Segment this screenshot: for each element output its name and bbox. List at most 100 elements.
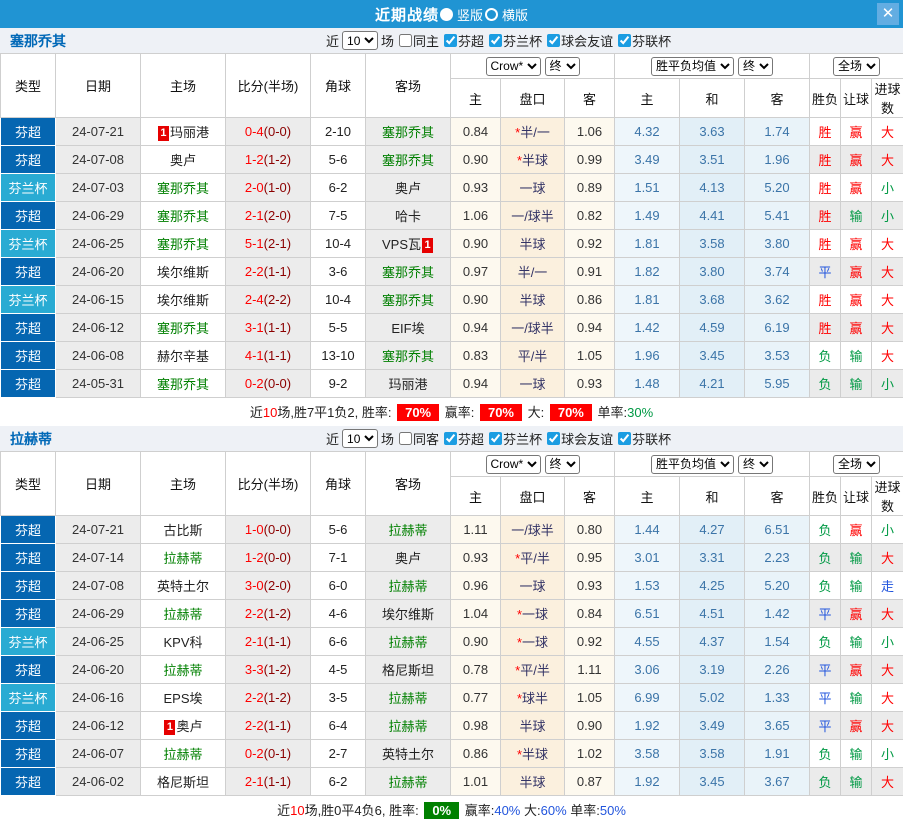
same-venue-checkbox[interactable]: 同主 <box>397 31 439 50</box>
handicap-line: *半球 <box>501 740 565 768</box>
avg-final-select[interactable]: 终 <box>738 57 773 76</box>
avg-odds-select[interactable]: 胜平负均值 <box>651 455 734 474</box>
score-cell: 5-1(2-1) <box>226 230 311 258</box>
league-checkbox-input[interactable] <box>547 432 560 445</box>
away-team-cell: 拉赫蒂 <box>366 516 451 544</box>
team-label: 埃尔维斯 <box>157 265 209 280</box>
league-checkbox-input[interactable] <box>489 432 502 445</box>
match-count-select[interactable]: 10 <box>342 429 378 448</box>
corner-cell: 4-5 <box>311 656 366 684</box>
match-row: 芬超24-06-29塞那乔其2-1(2-0)7-5哈卡1.06一/球半0.821… <box>1 202 903 230</box>
handicap-line: 半球 <box>501 286 565 314</box>
avg-home-odds: 4.55 <box>615 628 680 656</box>
match-date: 24-07-14 <box>56 544 141 572</box>
league-checkbox-3[interactable]: 芬联杯 <box>616 429 671 448</box>
league-checkbox-0[interactable]: 芬超 <box>442 31 484 50</box>
horizontal-layout-label[interactable]: 横版 <box>502 5 528 24</box>
handicap-line: 一球 <box>501 174 565 202</box>
league-checkbox-0[interactable]: 芬超 <box>442 429 484 448</box>
avg-odds-select[interactable]: 胜平负均值 <box>651 57 734 76</box>
away-team-cell: 拉赫蒂 <box>366 712 451 740</box>
result-goals: 大 <box>872 600 903 628</box>
handicap-away-odds: 0.93 <box>565 370 615 398</box>
match-date: 24-06-08 <box>56 342 141 370</box>
handicap-final-select[interactable]: 终 <box>545 455 580 474</box>
result-header-group: 全场 <box>810 54 903 79</box>
handicap-home-odds: 0.98 <box>451 712 501 740</box>
corner-cell: 2-10 <box>311 118 366 146</box>
home-team-cell: 拉赫蒂 <box>141 656 226 684</box>
match-row: 芬超24-07-21古比斯1-0(0-0)5-6拉赫蒂1.11一/球半0.801… <box>1 516 903 544</box>
league-checkbox-input[interactable] <box>444 432 457 445</box>
team-label: 英特土尔 <box>382 747 434 762</box>
vertical-layout-label[interactable]: 竖版 <box>457 5 483 24</box>
avg-home-odds: 1.51 <box>615 174 680 202</box>
result-goals: 小 <box>872 516 903 544</box>
handicap-home-odds: 1.11 <box>451 516 501 544</box>
league-label: 芬兰杯 <box>503 31 542 50</box>
same-venue-label: 同客 <box>413 429 439 448</box>
sub-column-header: 盘口 <box>501 477 565 516</box>
near-label: 近 <box>326 429 339 448</box>
same-venue-checkbox-input[interactable] <box>399 432 412 445</box>
avg-draw-odds: 3.63 <box>680 118 745 146</box>
result-wdl: 平 <box>810 712 841 740</box>
league-checkbox-2[interactable]: 球会友谊 <box>545 429 613 448</box>
home-team-cell: 奥卢 <box>141 146 226 174</box>
summary-text: 大: <box>524 405 548 420</box>
league-checkbox-input[interactable] <box>444 34 457 47</box>
handicap-home-odds: 0.94 <box>451 370 501 398</box>
match-row: 芬超24-06-12塞那乔其3-1(1-1)5-5EIF埃0.94一/球半0.9… <box>1 314 903 342</box>
scope-select[interactable]: 全场 <box>833 455 880 474</box>
league-label: 球会友谊 <box>561 429 613 448</box>
vertical-layout-radio[interactable] <box>440 8 453 21</box>
league-type-badge: 芬超 <box>1 342 56 370</box>
score-cell: 2-1(1-1) <box>226 628 311 656</box>
bookmaker-select[interactable]: Crow* <box>486 455 541 474</box>
league-checkbox-input[interactable] <box>618 432 631 445</box>
scope-select[interactable]: 全场 <box>833 57 880 76</box>
horizontal-layout-radio[interactable] <box>485 8 498 21</box>
avg-home-odds: 4.32 <box>615 118 680 146</box>
score-cell: 0-2(0-1) <box>226 740 311 768</box>
avg-draw-odds: 3.80 <box>680 258 745 286</box>
match-date: 24-07-08 <box>56 572 141 600</box>
match-row: 芬兰杯24-06-25塞那乔其5-1(2-1)10-4VPS瓦10.90半球0.… <box>1 230 903 258</box>
handicap-away-odds: 0.92 <box>565 230 615 258</box>
avg-home-odds: 1.81 <box>615 286 680 314</box>
bookmaker-select[interactable]: Crow* <box>486 57 541 76</box>
team-label: 奥卢 <box>395 551 421 566</box>
handicap-line: 一球 <box>501 370 565 398</box>
match-date: 24-06-25 <box>56 628 141 656</box>
league-checkbox-input[interactable] <box>489 34 502 47</box>
summary-text: 场,胜7平1负2, 胜率: <box>277 405 395 420</box>
avg-away-odds: 5.95 <box>745 370 810 398</box>
score-cell: 2-0(1-0) <box>226 174 311 202</box>
same-venue-checkbox[interactable]: 同客 <box>397 429 439 448</box>
league-checkbox-input[interactable] <box>618 34 631 47</box>
handicap-away-odds: 1.02 <box>565 740 615 768</box>
league-checkbox-3[interactable]: 芬联杯 <box>616 31 671 50</box>
close-icon[interactable]: ✕ <box>877 3 899 25</box>
same-venue-checkbox-input[interactable] <box>399 34 412 47</box>
match-row: 芬超24-06-07拉赫蒂0-2(0-1)2-7英特土尔0.86*半球1.023… <box>1 740 903 768</box>
column-header: 日期 <box>56 54 141 118</box>
team-label: 埃尔维斯 <box>382 607 434 622</box>
result-goals: 小 <box>872 628 903 656</box>
sub-column-header: 和 <box>680 79 745 118</box>
team-label: 拉赫蒂 <box>163 551 202 566</box>
match-date: 24-06-15 <box>56 286 141 314</box>
league-checkbox-2[interactable]: 球会友谊 <box>545 31 613 50</box>
away-team-cell: 玛丽港 <box>366 370 451 398</box>
avg-final-select[interactable]: 终 <box>738 455 773 474</box>
avg-home-odds: 1.49 <box>615 202 680 230</box>
section-header: 拉赫蒂近10场同客芬超芬兰杯球会友谊芬联杯 <box>0 426 903 451</box>
team-section: 塞那乔其近10场同主芬超芬兰杯球会友谊芬联杯类型日期主场比分(半场)角球客场Cr… <box>0 28 903 426</box>
handicap-final-select[interactable]: 终 <box>545 57 580 76</box>
league-checkbox-1[interactable]: 芬兰杯 <box>487 31 542 50</box>
league-checkbox-1[interactable]: 芬兰杯 <box>487 429 542 448</box>
result-wdl: 胜 <box>810 146 841 174</box>
league-checkbox-input[interactable] <box>547 34 560 47</box>
match-count-select[interactable]: 10 <box>342 31 378 50</box>
handicap-line: *半/一 <box>501 118 565 146</box>
